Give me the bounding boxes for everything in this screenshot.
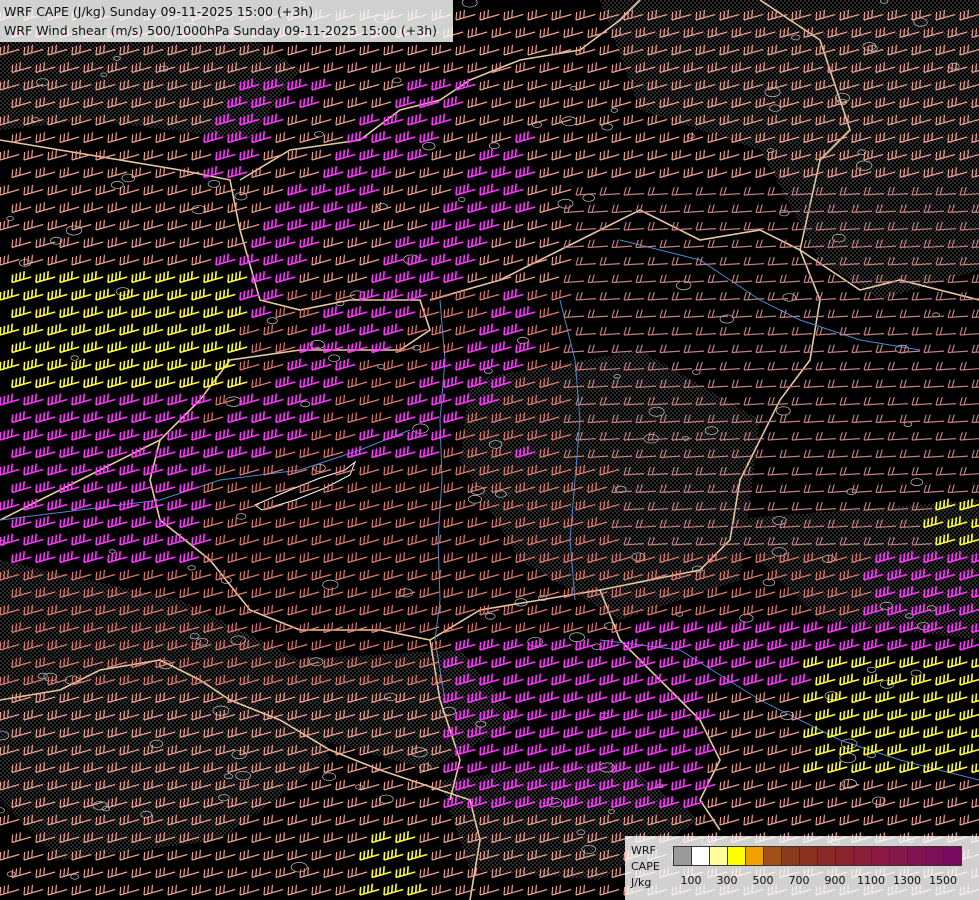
legend-swatch: [763, 846, 782, 866]
legend-tick: 1100: [857, 874, 885, 887]
legend-swatch: [871, 846, 890, 866]
legend-tick: 1500: [929, 874, 957, 887]
legend-model-label: WRF: [631, 844, 656, 857]
legend-tick: 500: [752, 874, 774, 887]
legend-swatch: [889, 846, 908, 866]
legend-swatch: [799, 846, 818, 866]
legend-tick: 1300: [893, 874, 921, 887]
legend-swatch: [691, 846, 710, 866]
map-title-box: WRF CAPE (J/kg) Sunday 09-11-2025 15:00 …: [0, 0, 453, 42]
legend-swatch: [907, 846, 926, 866]
legend-unit-label: J/kg: [631, 876, 652, 889]
weather-map: [0, 0, 979, 900]
legend-swatch: [925, 846, 944, 866]
legend-swatch: [835, 846, 854, 866]
legend-swatch: [727, 846, 746, 866]
legend-swatch: [853, 846, 872, 866]
cape-title: WRF CAPE (J/kg) Sunday 09-11-2025 15:00 …: [4, 4, 314, 19]
legend-swatch: [709, 846, 728, 866]
wind-shear-title: WRF Wind shear (m/s) 500/1000hPa Sunday …: [4, 23, 437, 38]
cape-legend: WRF CAPE J/kg 100 300 500 700 900 1100 1300 150…: [625, 836, 979, 900]
legend-swatch: [817, 846, 836, 866]
legend-swatch: [943, 846, 962, 866]
legend-tick: 300: [716, 874, 738, 887]
legend-tick: 700: [788, 874, 810, 887]
legend-swatch: [673, 846, 692, 866]
legend-tick: 100: [680, 874, 702, 887]
legend-variable-label: CAPE: [631, 860, 660, 873]
legend-swatch: [745, 846, 764, 866]
legend-tick: 900: [824, 874, 846, 887]
legend-swatch: [781, 846, 800, 866]
